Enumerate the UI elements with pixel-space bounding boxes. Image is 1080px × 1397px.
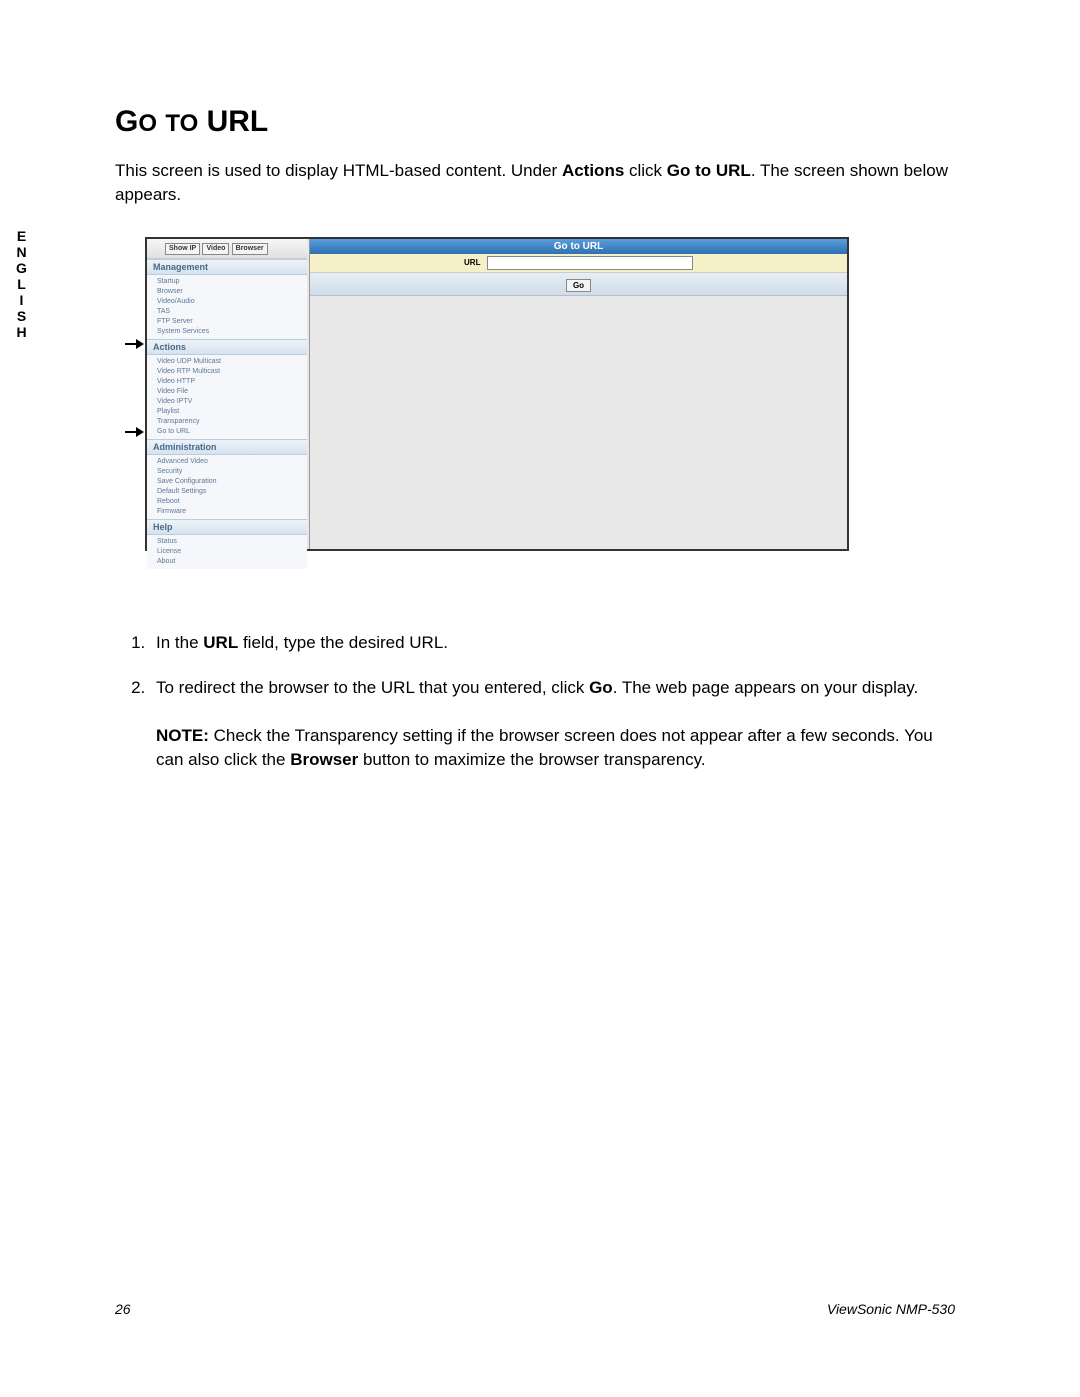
section-actions: Actions xyxy=(147,339,307,355)
nav-video-udp[interactable]: Video UDP Multicast xyxy=(155,357,307,367)
nav-go-to-url[interactable]: Go to URL xyxy=(155,427,307,437)
nav-video-audio[interactable]: Video/Audio xyxy=(155,297,307,307)
nav-video-file[interactable]: Video File xyxy=(155,387,307,397)
nav-firmware[interactable]: Firmware xyxy=(155,507,307,517)
screenshot-sidebar: Show IP Video Browser Management Startup… xyxy=(147,239,307,549)
screenshot-main: Go to URL URL Go xyxy=(309,239,847,549)
nav-save-config[interactable]: Save Configuration xyxy=(155,477,307,487)
nav-about[interactable]: About xyxy=(155,557,307,567)
url-label: URL xyxy=(464,258,480,267)
nav-ftp-server[interactable]: FTP Server xyxy=(155,317,307,327)
page-title: GO TO URL xyxy=(115,105,955,139)
go-button[interactable]: Go xyxy=(566,279,591,292)
screenshot: Show IP Video Browser Management Startup… xyxy=(145,237,849,551)
panel-title: Go to URL xyxy=(310,239,847,254)
section-management: Management xyxy=(147,259,307,275)
step-1: In the URL field, type the desired URL. xyxy=(150,631,955,655)
nav-transparency[interactable]: Transparency xyxy=(155,417,307,427)
page-number: 26 xyxy=(115,1301,131,1317)
nav-status[interactable]: Status xyxy=(155,537,307,547)
section-help: Help xyxy=(147,519,307,535)
url-row: URL xyxy=(310,254,847,273)
instructions-list: In the URL field, type the desired URL. … xyxy=(115,631,955,772)
nav-reboot[interactable]: Reboot xyxy=(155,497,307,507)
nav-system-services[interactable]: System Services xyxy=(155,327,307,337)
video-button[interactable]: Video xyxy=(202,243,229,255)
nav-default-settings[interactable]: Default Settings xyxy=(155,487,307,497)
nav-startup[interactable]: Startup xyxy=(155,277,307,287)
show-ip-button[interactable]: Show IP xyxy=(165,243,200,255)
intro-paragraph: This screen is used to display HTML-base… xyxy=(115,159,955,207)
arrow-icon xyxy=(125,427,145,437)
arrow-icon xyxy=(125,339,145,349)
nav-video-iptv[interactable]: Video IPTV xyxy=(155,397,307,407)
nav-security[interactable]: Security xyxy=(155,467,307,477)
browser-button[interactable]: Browser xyxy=(232,243,268,255)
page-footer: 26 ViewSonic NMP-530 xyxy=(115,1301,955,1317)
nav-advanced-video[interactable]: Advanced Video xyxy=(155,457,307,467)
language-tab: E N G L I S H xyxy=(10,228,34,340)
screenshot-top-buttons: Show IP Video Browser xyxy=(147,239,307,259)
section-administration: Administration xyxy=(147,439,307,455)
nav-playlist[interactable]: Playlist xyxy=(155,407,307,417)
step-2: To redirect the browser to the URL that … xyxy=(150,676,955,771)
nav-video-rtp[interactable]: Video RTP Multicast xyxy=(155,367,307,377)
nav-tas[interactable]: TAS xyxy=(155,307,307,317)
nav-browser[interactable]: Browser xyxy=(155,287,307,297)
url-input[interactable] xyxy=(487,256,693,270)
nav-license[interactable]: License xyxy=(155,547,307,557)
doc-name: ViewSonic NMP-530 xyxy=(827,1301,955,1317)
nav-video-http[interactable]: Video HTTP xyxy=(155,377,307,387)
